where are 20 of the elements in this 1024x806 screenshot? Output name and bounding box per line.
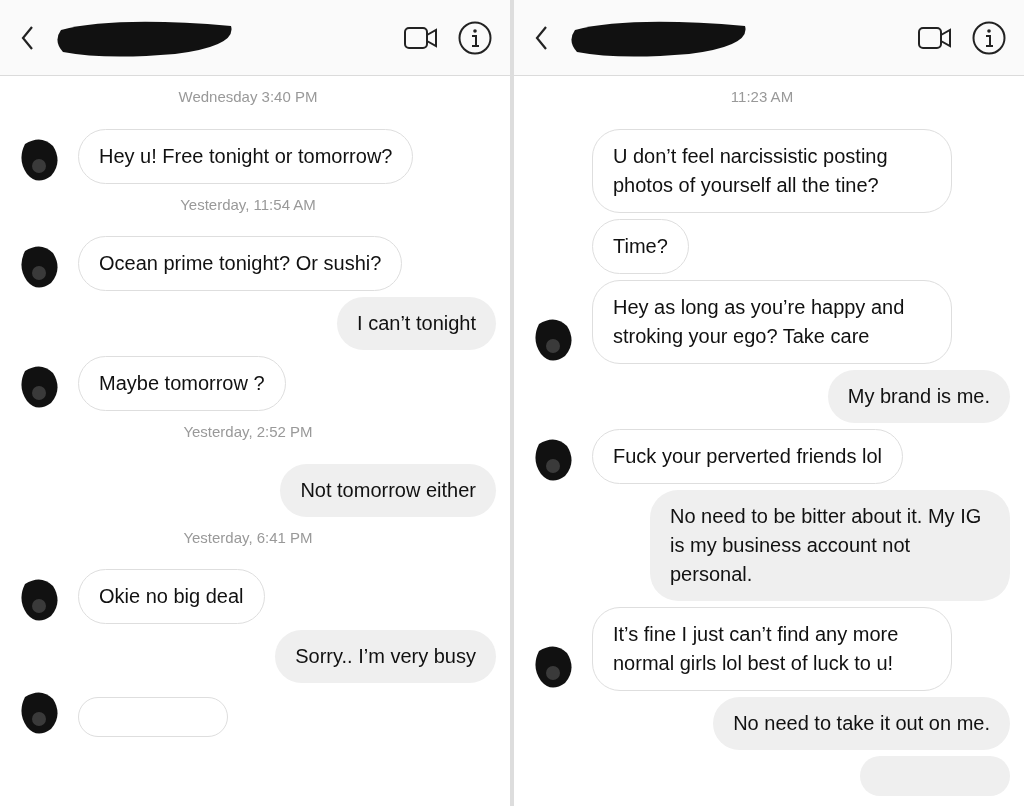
message-bubble: U don’t feel narcissistic posting photos of yourself all the tine? [592, 128, 952, 213]
message-bubble: I can’t tonight [337, 297, 496, 350]
timestamp: Yesterday, 2:52 PM [183, 422, 313, 442]
message-bubble: Ocean prime tonight? Or sushi? [78, 236, 403, 291]
message-bubble: Sorry.. I’m very busy [275, 630, 496, 683]
message-bubble: My brand is me. [827, 369, 1010, 423]
message-bubble: Not tomorrow either [280, 463, 496, 517]
message-bubble: Hey as long as you’re happy and stroking your ego? Take care [592, 279, 952, 364]
timestamp: Yesterday, 6:41 PM [183, 527, 313, 548]
message-bubble: It’s fine I just can’t find any more normal girls lol best of luck to u! [592, 606, 952, 691]
message-bubble: Okie no big deal [78, 569, 265, 624]
message-bubble: Fuck your perverted friends lol [592, 428, 903, 484]
message-bubble: Maybe tomorrow ? [78, 356, 286, 411]
timestamp: Yesterday, 11:54 AM [180, 194, 316, 215]
message-bubble: Time? [592, 218, 689, 274]
timestamp: Wednesday 3:40 PM [178, 87, 318, 107]
message-bubble: No need to take it out on me. [713, 696, 1010, 750]
message-bubble: Hey u! Free tonight or tomorrow? [78, 128, 414, 184]
message-bubble: No need to be bitter about it. My IG is my business account not personal. [650, 489, 1010, 601]
timestamp: 11:23 AM [730, 87, 794, 107]
